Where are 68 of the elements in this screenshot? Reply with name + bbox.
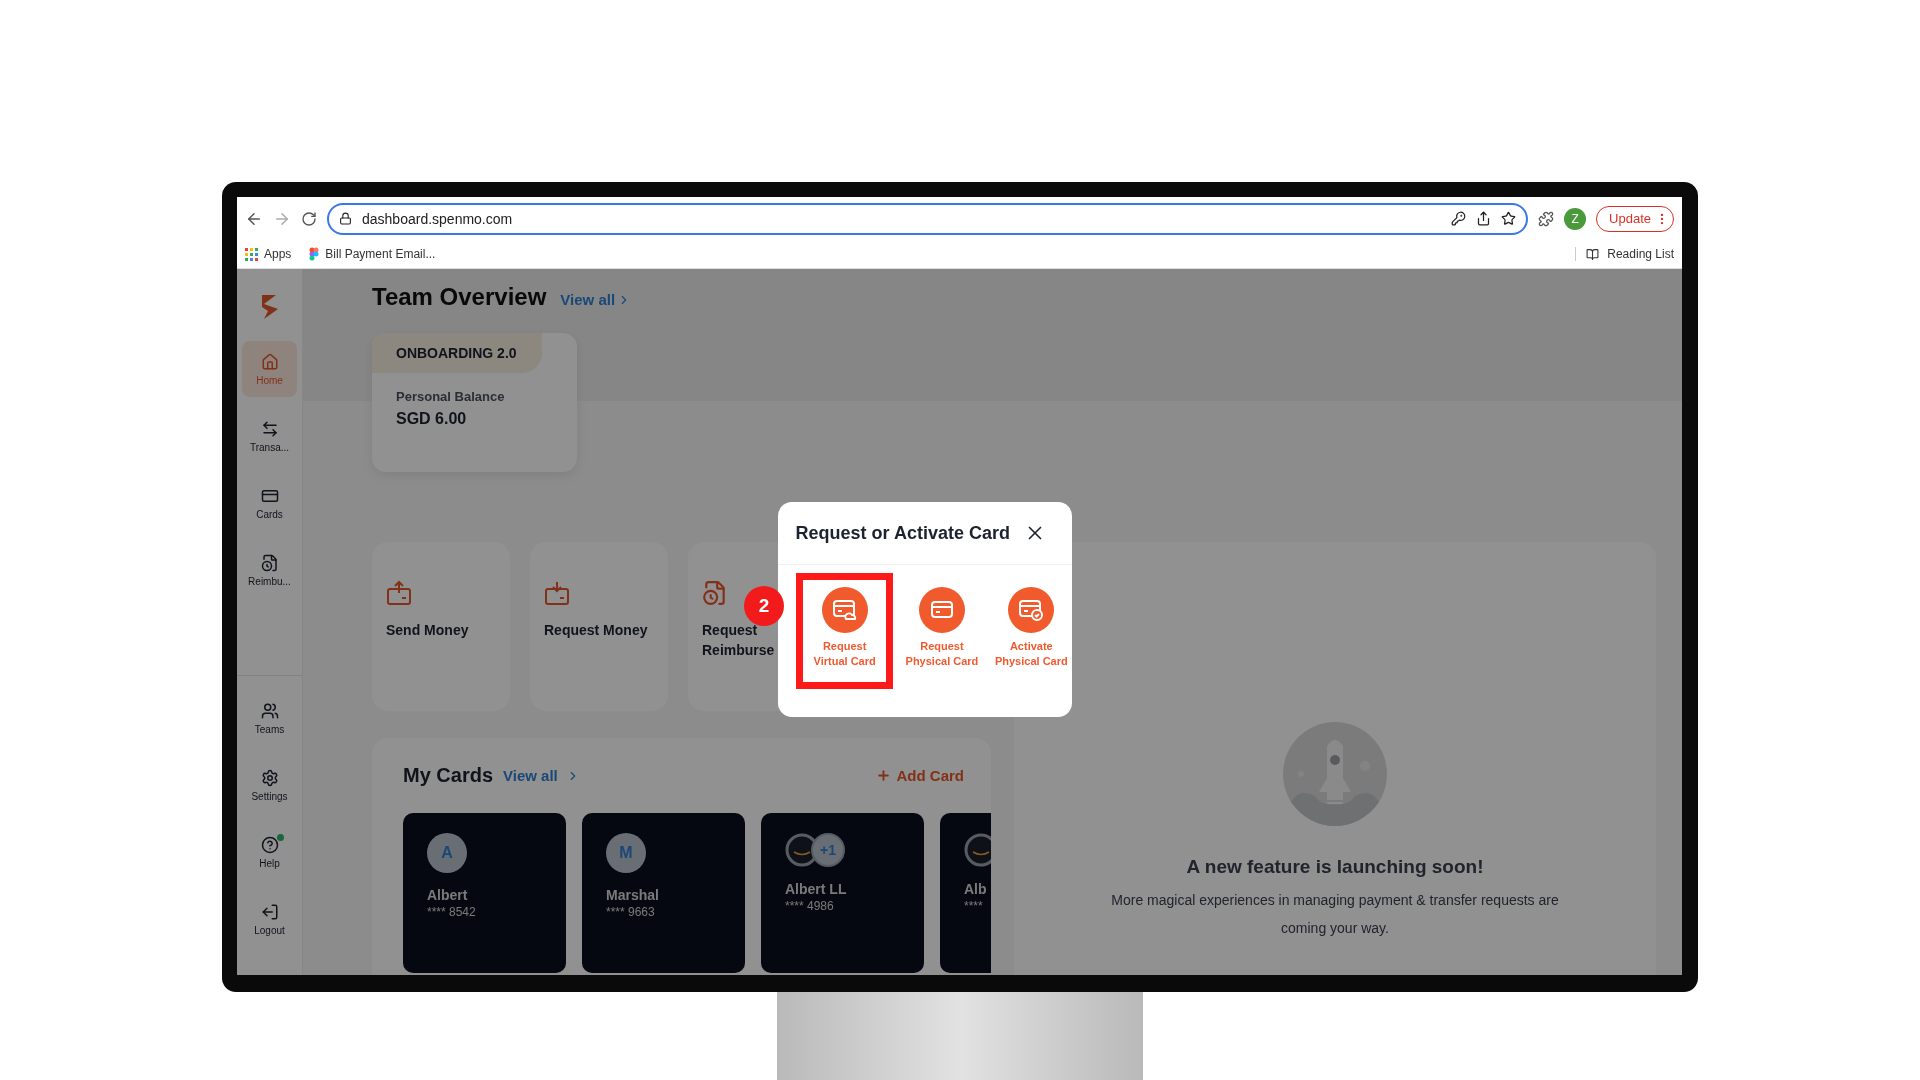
sidebar-item[interactable]: Cards (242, 475, 297, 531)
share-icon[interactable] (1476, 211, 1492, 226)
profile-avatar[interactable]: Z (1564, 207, 1587, 230)
card-number: **** (964, 899, 984, 913)
payment-card[interactable]: M Marshal **** 9663 (582, 813, 745, 973)
lock-icon (339, 212, 352, 225)
reading-list-icon (1586, 247, 1600, 261)
people-icon (260, 701, 279, 720)
team-name: ONBOARDING 2.0 (372, 333, 542, 373)
payment-card[interactable]: A Albert **** 8542 (403, 813, 566, 973)
plus-icon (875, 768, 891, 783)
card-option[interactable]: Request Virtual Card (796, 573, 894, 689)
sidebar-item[interactable]: Teams (242, 690, 297, 746)
payment-card[interactable]: Alb **** (940, 813, 991, 973)
section-title: Team Overview (372, 283, 547, 311)
document-clock-icon (260, 553, 279, 572)
url-text: dashboard.spenmo.com (362, 210, 514, 227)
sidebar-item[interactable]: Transa... (242, 408, 297, 464)
bookmark-link[interactable]: Bill Payment Email... (325, 247, 436, 261)
initial-avatar: M (606, 833, 646, 873)
card-holder: Albert (427, 887, 469, 903)
view-all-link[interactable]: View all (503, 767, 580, 784)
card-holder: Albert LL (785, 881, 848, 897)
settings-icon (260, 768, 279, 787)
home-icon (260, 352, 279, 371)
apps-grid-icon (245, 247, 258, 261)
card-holder: Marshal (606, 887, 660, 903)
action-card[interactable]: Send Money (372, 542, 510, 711)
card-icon (929, 599, 954, 621)
feature-title: A new feature is launching soon! (1186, 856, 1484, 878)
wallet-download-icon (544, 580, 570, 606)
team-card[interactable]: ONBOARDING 2.0 Personal Balance SGD 6.00 (372, 333, 577, 472)
sidebar-item[interactable]: Reimbu... (242, 542, 297, 598)
document-clock-icon (702, 580, 728, 606)
feature-description: More magical experiences in managing payment & transfer requests are coming your way. (1110, 891, 1560, 938)
section-title: My Cards (403, 764, 494, 787)
extensions-icon[interactable] (1538, 210, 1555, 227)
card-number: **** 4986 (785, 899, 835, 913)
action-label: Request Money (544, 621, 648, 640)
card-number: **** 9663 (606, 905, 656, 919)
card-holder: Alb (964, 881, 988, 897)
logout-icon (260, 902, 279, 921)
dialog-title: Request or Activate Card (795, 522, 1010, 544)
reload-button[interactable] (301, 210, 317, 227)
bookmark-link[interactable]: Apps (264, 247, 292, 261)
card-check-icon (1019, 599, 1044, 621)
update-button[interactable]: Update (1596, 205, 1674, 232)
card-number: **** 8542 (427, 905, 477, 919)
balance-label: Personal Balance (396, 389, 506, 404)
action-card[interactable]: Request Money (530, 542, 668, 711)
merchant-logo-icon (964, 833, 991, 867)
star-icon[interactable] (1501, 211, 1517, 226)
reading-list-link[interactable]: Reading List (1607, 247, 1674, 261)
sidebar-item[interactable]: Logout (242, 891, 297, 947)
more-count: +1 (811, 833, 845, 867)
card-cloud-icon (832, 599, 857, 621)
key-icon[interactable] (1451, 211, 1467, 226)
wallet-upload-icon (386, 580, 412, 606)
address-bar[interactable]: dashboard.spenmo.com (327, 202, 1529, 235)
arrows-icon (260, 419, 279, 438)
balance-amount: SGD 6.00 (396, 410, 468, 428)
sidebar-item[interactable]: Help (242, 824, 297, 880)
help-icon (260, 835, 279, 854)
sidebar-item[interactable]: Settings (242, 757, 297, 813)
action-label: Send Money (386, 621, 469, 640)
initial-avatar: A (427, 833, 467, 873)
figma-icon (309, 247, 320, 261)
payment-card[interactable]: +1 Albert LL **** 4986 (761, 813, 924, 973)
